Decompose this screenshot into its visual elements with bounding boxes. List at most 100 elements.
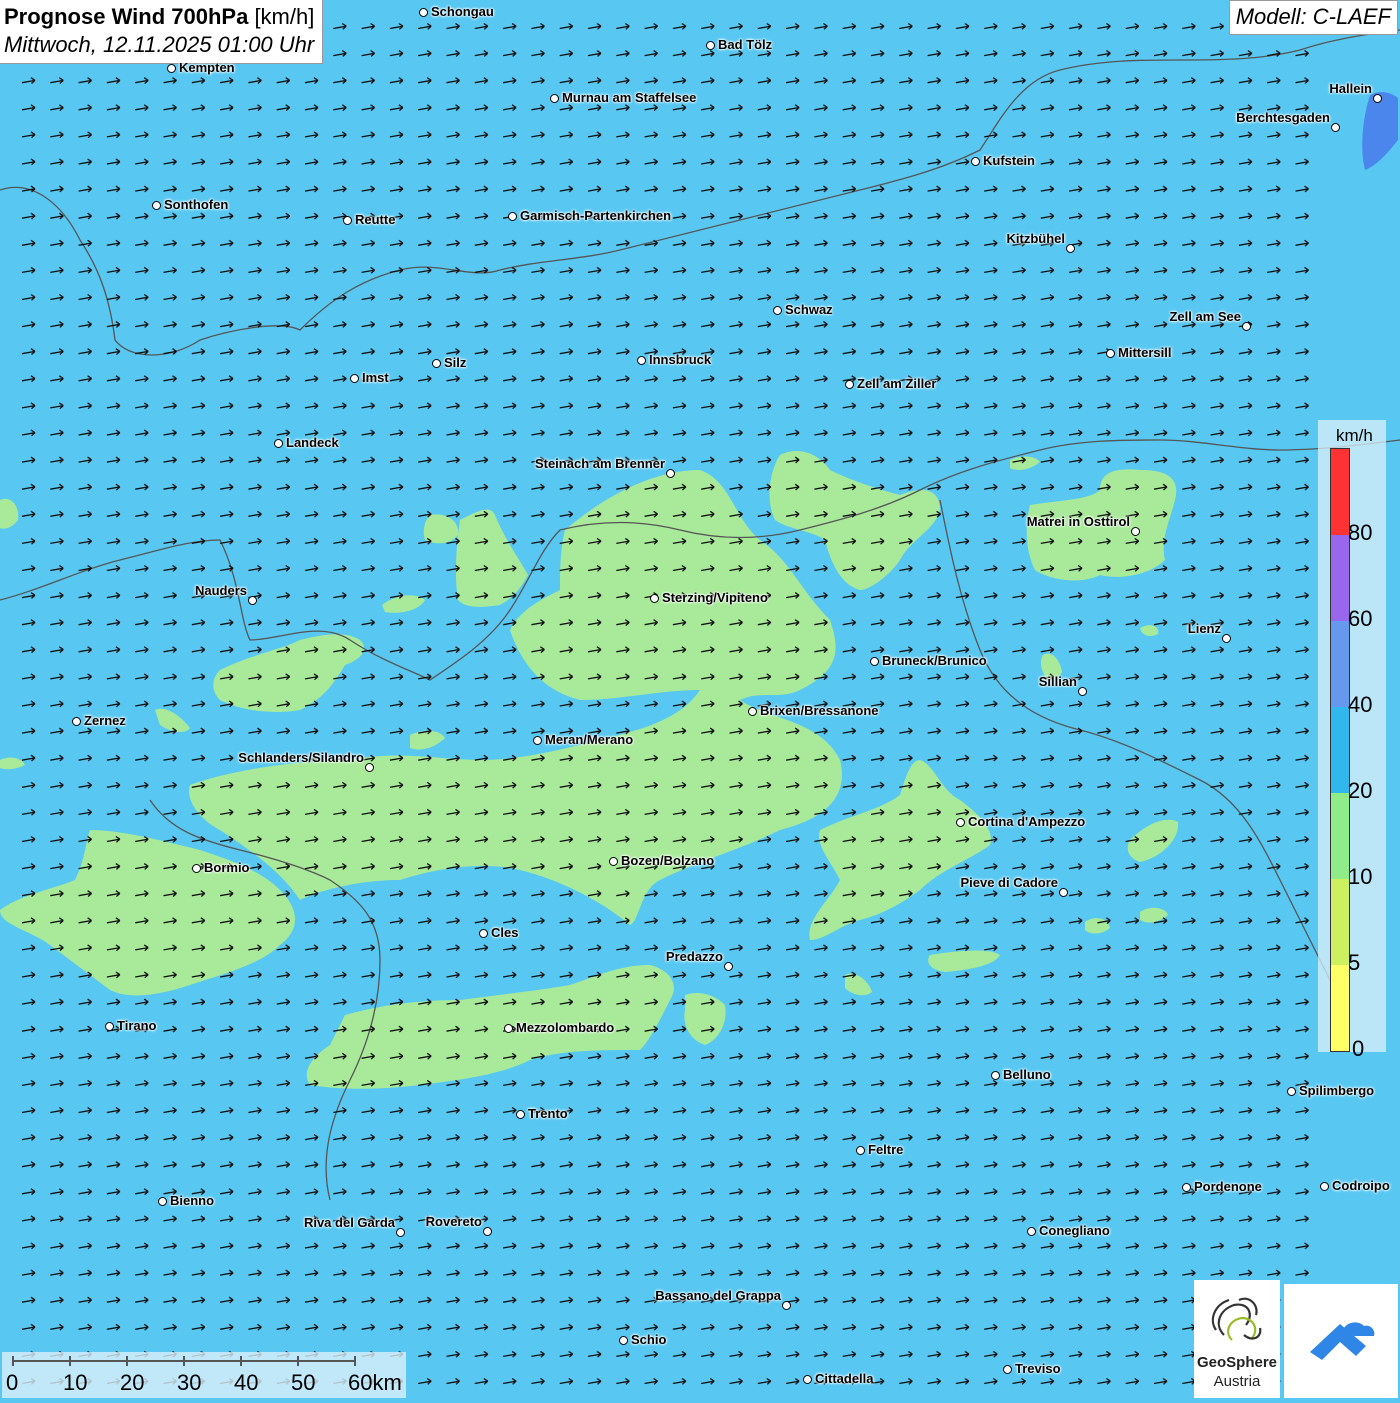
- scale-bar-tick: [126, 1356, 128, 1366]
- city-marker: [1078, 687, 1087, 696]
- city-label: Feltre: [868, 1142, 904, 1157]
- city-label: Bruneck/Brunico: [882, 653, 987, 668]
- city-label: Reutte: [355, 212, 396, 227]
- city-label: Schio: [631, 1332, 667, 1347]
- city-label: Spilimbergo: [1299, 1083, 1375, 1098]
- city-marker: [72, 717, 81, 726]
- city-marker: [971, 157, 980, 166]
- weather-app-logo: [1284, 1284, 1398, 1398]
- legend-color-segment: [1331, 535, 1349, 621]
- city-marker: [650, 594, 659, 603]
- city-label: Cles: [491, 925, 519, 940]
- city-label: Bad Tölz: [718, 37, 773, 52]
- city-label: Murnau am Staffelsee: [562, 90, 697, 105]
- city-label: Zell am See: [1169, 309, 1241, 324]
- city-label: Cortina d'Ampezzo: [968, 814, 1086, 829]
- city-label: Mittersill: [1118, 345, 1172, 360]
- city-marker: [1131, 527, 1140, 536]
- city-marker: [158, 1197, 167, 1206]
- city-label: Riva del Garda: [303, 1215, 395, 1230]
- scale-bar-tick: [69, 1356, 71, 1366]
- city-label: Hallein: [1329, 81, 1372, 96]
- legend-tick-label: 10: [1348, 864, 1373, 889]
- city-label: Predazzo: [665, 949, 723, 964]
- city-label: Kempten: [179, 60, 235, 75]
- city-marker: [274, 439, 283, 448]
- city-label: Nauders: [194, 583, 247, 598]
- legend-color-segment: [1331, 707, 1349, 793]
- legend-color-segment: [1331, 879, 1349, 965]
- city-label: Mezzolombardo: [516, 1020, 615, 1035]
- city-label: Landeck: [286, 435, 339, 450]
- legend-unit: km/h: [1336, 426, 1373, 445]
- geosphere-emblem-icon: [1211, 1297, 1262, 1341]
- city-marker: [1242, 322, 1251, 331]
- city-marker: [365, 763, 374, 772]
- city-marker: [637, 356, 646, 365]
- city-label: Silz: [444, 355, 467, 370]
- scale-bar-tick: [240, 1356, 242, 1366]
- city-label: Bormio: [204, 860, 250, 875]
- city-marker: [432, 359, 441, 368]
- city-marker: [152, 201, 161, 210]
- city-label: Sonthofen: [164, 197, 229, 212]
- city-marker: [1027, 1227, 1036, 1236]
- city-label: Bassano del Grappa: [655, 1288, 781, 1303]
- city-label: Matrei in Osttirol: [1026, 514, 1130, 529]
- scale-bar-label: 60km: [348, 1370, 402, 1395]
- city-marker: [396, 1228, 405, 1237]
- scale-bar-tick: [297, 1356, 299, 1366]
- scale-bar-label: 0: [6, 1370, 19, 1395]
- city-marker: [619, 1336, 628, 1345]
- city-marker: [1003, 1365, 1012, 1374]
- geosphere-logo: GeoSphere Austria: [1194, 1280, 1280, 1398]
- forecast-datetime: Mittwoch, 12.11.2025 01:00 Uhr: [4, 32, 315, 57]
- city-label: Kufstein: [983, 153, 1035, 168]
- city-label: Trento: [528, 1106, 568, 1121]
- weather-app-icon: [1310, 1322, 1375, 1360]
- city-marker: [167, 64, 176, 73]
- city-label: Pordenone: [1194, 1179, 1262, 1194]
- city-marker: [803, 1375, 812, 1384]
- city-marker: [550, 94, 559, 103]
- city-marker: [1182, 1183, 1191, 1192]
- city-marker: [706, 41, 715, 50]
- city-label: Imst: [362, 370, 389, 385]
- city-marker: [248, 596, 257, 605]
- legend-tick-label: 0: [1352, 1036, 1365, 1061]
- city-label: Schongau: [431, 4, 494, 19]
- city-label: Lienz: [1187, 621, 1221, 636]
- scale-bar: 0 10 20 30 40 50 60km: [2, 1352, 406, 1398]
- legend-tick-label: 80: [1348, 520, 1373, 545]
- city-label: Tirano: [117, 1018, 157, 1033]
- scale-bar-label: 30: [177, 1370, 202, 1395]
- city-label: Zell am Ziller: [857, 376, 937, 391]
- city-marker: [845, 380, 854, 389]
- city-marker: [870, 657, 879, 666]
- city-marker: [533, 736, 542, 745]
- city-marker: [1066, 244, 1075, 253]
- city-label: Conegliano: [1039, 1223, 1110, 1238]
- city-marker: [856, 1146, 865, 1155]
- city-label: Treviso: [1015, 1361, 1061, 1376]
- city-label: Garmisch-Partenkirchen: [520, 208, 672, 223]
- logo-name: GeoSphere: [1196, 1354, 1278, 1371]
- city-marker: [343, 216, 352, 225]
- color-legend: km/h 0 5 10 20 40 60 80: [1318, 420, 1386, 1061]
- city-marker: [748, 707, 757, 716]
- city-label: Steinach am Brenner: [534, 456, 665, 471]
- city-label: Innsbruck: [649, 352, 712, 367]
- legend-tick-label: 40: [1348, 692, 1373, 717]
- city-label: Zernez: [84, 713, 126, 728]
- city-marker: [666, 469, 675, 478]
- city-marker: [956, 818, 965, 827]
- legend-color-segment: [1331, 621, 1349, 707]
- city-marker: [483, 1227, 492, 1236]
- city-marker: [105, 1022, 114, 1031]
- legend-color-segment: [1331, 793, 1349, 879]
- city-marker: [782, 1301, 791, 1310]
- city-label: Rovereto: [425, 1214, 482, 1229]
- city-label: Belluno: [1003, 1067, 1051, 1082]
- scale-bar-label: 40: [234, 1370, 259, 1395]
- city-marker: [1222, 634, 1231, 643]
